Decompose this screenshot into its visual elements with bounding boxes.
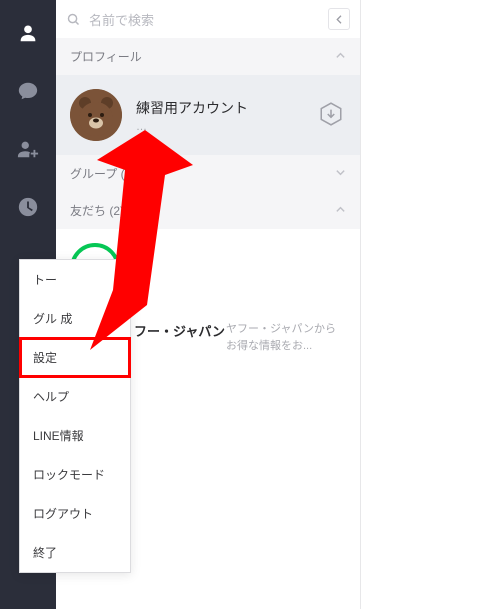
context-menu: トー グル 成 設定 ヘルプ LINE情報 ロックモード ログアウト 終了 — [19, 259, 131, 573]
nav-friends[interactable] — [13, 18, 43, 48]
menu-help[interactable]: ヘルプ — [20, 377, 130, 416]
search-input[interactable]: 名前で検索 — [66, 10, 328, 29]
menu-exit[interactable]: 終了 — [20, 533, 130, 572]
menu-talk[interactable]: トー — [20, 260, 130, 299]
content-pane — [361, 0, 500, 609]
menu-logout[interactable]: ログアウト — [20, 494, 130, 533]
section-label: 友だち (2) — [70, 202, 124, 219]
clock-icon — [17, 196, 39, 218]
section-label: グループ (6) — [70, 165, 135, 182]
nav-add-friend[interactable] — [13, 134, 43, 164]
collapse-button[interactable] — [328, 8, 350, 30]
menu-lock[interactable]: ロックモード — [20, 455, 130, 494]
menu-line-info[interactable]: LINE情報 — [20, 416, 130, 455]
profile-name: 練習用アカウント — [136, 98, 248, 118]
download-hex-icon — [318, 101, 344, 127]
person-add-icon — [16, 138, 40, 160]
avatar — [70, 89, 122, 141]
nav-chats[interactable] — [13, 76, 43, 106]
chat-icon — [17, 80, 39, 102]
section-groups[interactable]: グループ (6) — [56, 155, 360, 192]
section-friends[interactable]: 友だち (2) — [56, 192, 360, 229]
chevron-up-icon — [335, 50, 346, 64]
search-placeholder: 名前で検索 — [89, 10, 154, 29]
profile-text: 練習用アカウント … — [136, 98, 248, 133]
profile-sub: … — [136, 121, 248, 133]
profile-row[interactable]: 練習用アカウント … — [56, 75, 360, 155]
menu-settings[interactable]: 設定 — [20, 338, 130, 377]
friend-name: フー・ジャパン — [134, 321, 225, 340]
section-profile[interactable]: プロフィール — [56, 38, 360, 75]
search-icon — [66, 12, 81, 27]
section-label: プロフィール — [70, 48, 142, 65]
friend-desc: ヤフー・ジャパンから お得な情報をお... — [226, 321, 346, 354]
nav-timeline[interactable] — [13, 192, 43, 222]
search-bar: 名前で検索 — [56, 0, 360, 38]
menu-group-create[interactable]: グル 成 — [20, 299, 130, 338]
bear-avatar-icon — [70, 89, 122, 141]
person-icon — [17, 22, 39, 44]
chevron-up-icon — [335, 204, 346, 218]
chevron-left-icon — [335, 15, 344, 24]
profile-download-button[interactable] — [318, 101, 346, 129]
chevron-down-icon — [335, 167, 346, 181]
